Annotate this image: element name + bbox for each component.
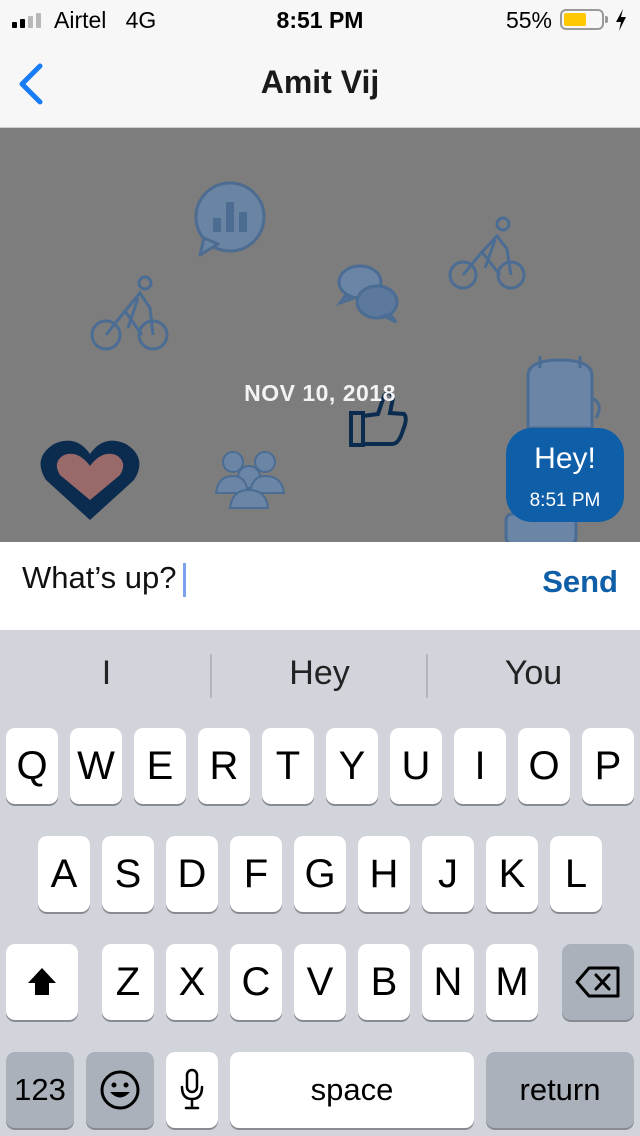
key-n[interactable]: N [422,944,474,1020]
key-l[interactable]: L [550,836,602,912]
key-a[interactable]: A [38,836,90,912]
key-k[interactable]: K [486,836,538,912]
key-i[interactable]: I [454,728,506,804]
key-h[interactable]: H [358,836,410,912]
microphone-icon [180,1068,204,1110]
key-p[interactable]: P [582,728,634,804]
suggestion-divider [210,654,212,698]
chart-bubble-icon [194,181,266,257]
key-v[interactable]: V [294,944,346,1020]
cyclist-icon-2 [448,216,526,290]
contact-name-title: Amit Vij [260,64,380,100]
emoji-key[interactable] [86,1052,154,1128]
key-j[interactable]: J [422,836,474,912]
conversation-icon [335,264,399,324]
send-button[interactable]: Send [542,564,618,600]
key-f[interactable]: F [230,836,282,912]
message-input[interactable]: What’s up? [22,558,186,598]
key-t[interactable]: T [262,728,314,804]
key-e[interactable]: E [134,728,186,804]
heart-icon [40,440,140,520]
key-y[interactable]: Y [326,728,378,804]
key-u[interactable]: U [390,728,442,804]
shift-key[interactable] [6,944,78,1020]
status-bar: Airtel 4G 8:51 PM 55% [0,0,640,40]
cyclist-icon [90,275,169,351]
navigation-bar: Amit Vij [0,40,640,128]
message-input-value: What’s up? [22,560,177,595]
battery-icon [560,9,608,30]
backspace-icon [575,966,620,998]
delete-key[interactable] [562,944,634,1020]
message-timestamp: 8:51 PM [529,490,601,511]
key-c[interactable]: C [230,944,282,1020]
shift-arrow-icon [28,968,56,995]
keyboard: I Hey You Q W E R T Y U I O P A S D F G … [0,630,640,1136]
text-cursor [182,562,186,597]
key-r[interactable]: R [198,728,250,804]
message-composer: What’s up? Send [0,542,640,630]
return-key[interactable]: return [486,1052,634,1128]
outgoing-message-bubble[interactable]: Hey! 8:51 PM [506,428,624,522]
suggestion-2[interactable]: Hey [213,630,426,718]
dictation-key[interactable] [166,1052,218,1128]
people-group-icon [214,451,286,509]
key-m[interactable]: M [486,944,538,1020]
numbers-key[interactable]: 123 [6,1052,74,1128]
key-z[interactable]: Z [102,944,154,1020]
battery-percent: 55% [505,7,552,33]
key-o[interactable]: O [518,728,570,804]
key-q[interactable]: Q [6,728,58,804]
suggestion-3[interactable]: You [427,630,640,718]
message-text: Hey! [534,442,596,475]
key-x[interactable]: X [166,944,218,1020]
emoji-icon [100,1070,140,1110]
key-w[interactable]: W [70,728,122,804]
chat-area[interactable]: NOV 10, 2018 Hey! 8:51 PM [0,128,640,542]
key-s[interactable]: S [102,836,154,912]
key-d[interactable]: D [166,836,218,912]
key-b[interactable]: B [358,944,410,1020]
space-key[interactable]: space [230,1052,474,1128]
charging-bolt-icon [616,9,626,31]
date-separator: NOV 10, 2018 [244,380,396,406]
key-g[interactable]: G [294,836,346,912]
suggestion-1[interactable]: I [0,630,213,718]
